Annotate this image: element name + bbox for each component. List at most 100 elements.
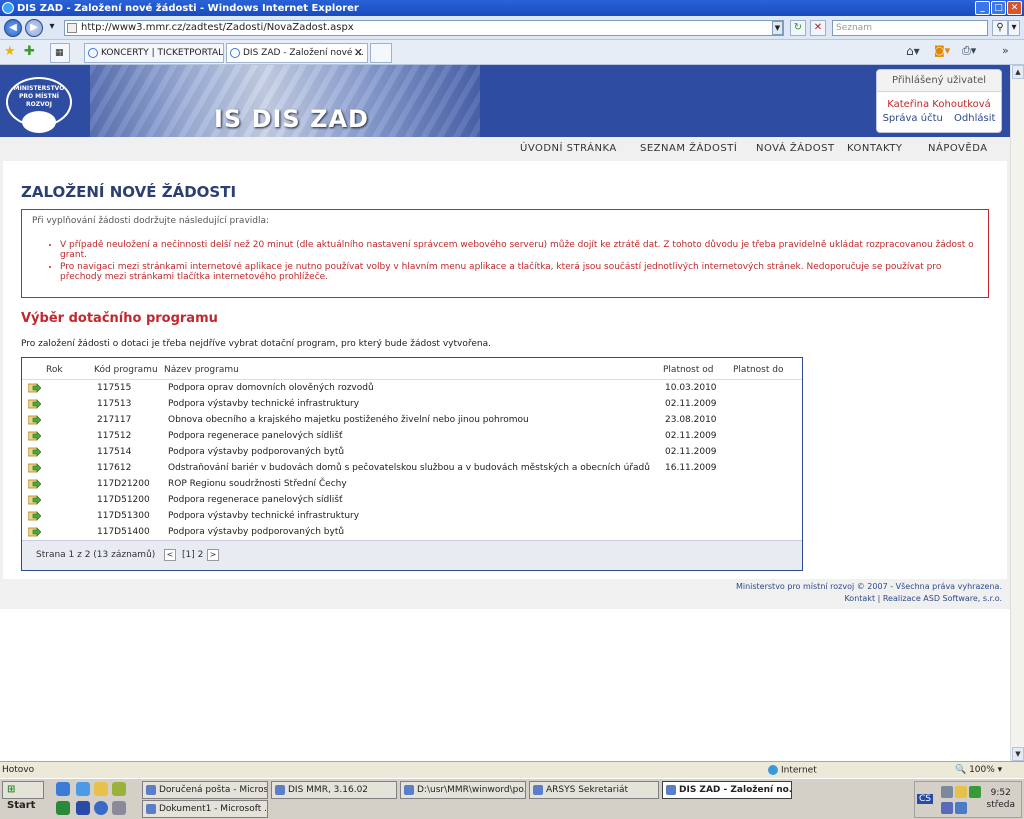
select-program-icon[interactable] xyxy=(28,447,41,457)
menu-item-new-request[interactable]: NOVÁ ŽÁDOST xyxy=(756,143,835,154)
vertical-scrollbar[interactable]: ▲ ▼ xyxy=(1010,65,1024,761)
taskbar-button-outlook[interactable]: Doručená pošta - Micros... xyxy=(142,781,268,799)
program-valid-from: 10.03.2010 xyxy=(665,383,717,393)
close-window-button[interactable]: ✕ xyxy=(1007,1,1022,15)
select-program-icon[interactable] xyxy=(28,463,41,473)
tab-koncerty[interactable]: KONCERTY | TICKETPORTAL... xyxy=(84,43,224,63)
search-input[interactable]: Seznam xyxy=(832,20,988,36)
select-program-icon[interactable] xyxy=(28,415,41,425)
col-header-year[interactable]: Rok xyxy=(46,365,63,375)
stop-icon[interactable]: ✕ xyxy=(810,20,826,36)
col-header-name[interactable]: Název programu xyxy=(164,365,239,375)
taskbar-button-word[interactable]: Dokument1 - Microsoft ... xyxy=(142,800,268,818)
table-row[interactable]: 117D21200 ROP Regionu soudržnosti Střední… xyxy=(22,476,802,492)
table-row[interactable]: 117514 Podpora výstavby podporovaných byt… xyxy=(22,444,802,460)
program-code: 117513 xyxy=(97,399,132,409)
account-settings-link[interactable]: Správa účtu xyxy=(883,113,943,124)
quicklaunch-excel-icon[interactable] xyxy=(56,801,70,815)
close-tab-icon[interactable]: ✕ xyxy=(354,44,363,62)
menu-item-requests-list[interactable]: SEZNAM ŽÁDOSTÍ xyxy=(640,143,737,154)
ie-icon xyxy=(2,2,14,14)
table-row[interactable]: 217117 Obnova obecního a krajského majetk… xyxy=(22,412,802,428)
zoom-level[interactable]: 🔍 100% ▾ xyxy=(955,765,1002,775)
feeds-icon[interactable]: ◙▾ xyxy=(934,44,950,57)
program-valid-from: 02.11.2009 xyxy=(665,431,717,441)
back-button[interactable]: ◀ xyxy=(4,19,22,37)
quicklaunch-misc-icon[interactable] xyxy=(112,801,126,815)
tray-sound-icon[interactable] xyxy=(941,802,953,814)
select-program-icon[interactable] xyxy=(28,527,41,537)
rule-item: Pro navigaci mezi stránkami internetové … xyxy=(60,262,978,282)
pager-next-button[interactable]: > xyxy=(207,549,219,561)
refresh-icon[interactable]: ↻ xyxy=(790,20,806,36)
logout-link[interactable]: Odhlásit xyxy=(954,113,995,124)
ministry-logo[interactable]: MINISTERSTVO PRO MÍSTNÍ ROZVOJ xyxy=(6,77,72,133)
footer-copyright: Ministerstvo pro místní rozvoj © 2007 - … xyxy=(735,582,1002,591)
taskbar-button-dis-zad[interactable]: DIS ZAD - Založení no... xyxy=(662,781,792,799)
status-text: Hotovo xyxy=(2,765,35,775)
taskbar-button-arsys[interactable]: ARSYS Sekretariát xyxy=(529,781,659,799)
quicklaunch-folder-icon[interactable] xyxy=(94,782,108,796)
scroll-up-icon[interactable]: ▲ xyxy=(1012,65,1024,79)
program-name: Podpora oprav domovních olověných rozvod… xyxy=(168,383,374,393)
forward-button[interactable]: ▶ xyxy=(25,19,43,37)
quick-tabs-icon[interactable]: ▦ xyxy=(50,43,70,63)
more-tools-icon[interactable]: » xyxy=(1002,44,1009,57)
select-program-icon[interactable] xyxy=(28,479,41,489)
status-bar: Hotovo Internet 🔍 100% ▾ xyxy=(0,761,1024,778)
tray-network-icon[interactable] xyxy=(941,786,953,798)
pager-prev-button[interactable]: < xyxy=(164,549,176,561)
select-program-icon[interactable] xyxy=(28,511,41,521)
quicklaunch-word-icon[interactable] xyxy=(76,801,90,815)
pager-pages[interactable]: [1] 2 xyxy=(182,550,203,560)
table-row[interactable]: 117513 Podpora výstavby technické infrast… xyxy=(22,396,802,412)
table-row[interactable]: 117515 Podpora oprav domovních olověných … xyxy=(22,380,802,396)
tray-app-icon[interactable] xyxy=(955,786,967,798)
add-favorites-icon[interactable]: ✚ xyxy=(24,44,35,59)
select-program-icon[interactable] xyxy=(28,431,41,441)
menu-item-home[interactable]: ÚVODNÍ STRÁNKA xyxy=(520,143,617,154)
language-indicator[interactable]: CS xyxy=(917,794,933,804)
program-valid-from: 16.11.2009 xyxy=(665,463,717,473)
quicklaunch-media-icon[interactable] xyxy=(94,801,108,815)
table-row[interactable]: 117D51200 Podpora regenerace panelových s… xyxy=(22,492,802,508)
taskbar-button-explorer[interactable]: D:\usr\MMR\winword\po... xyxy=(400,781,526,799)
clock[interactable]: 9:52 středa xyxy=(987,787,1016,811)
col-header-valid-to[interactable]: Platnost do xyxy=(733,365,783,375)
user-name[interactable]: Kateřina Kohoutková xyxy=(877,99,1001,110)
start-button[interactable]: ⊞ Start xyxy=(2,781,44,811)
favorites-star-icon[interactable]: ★ xyxy=(4,44,16,59)
col-header-code[interactable]: Kód programu xyxy=(94,365,158,375)
select-program-icon[interactable] xyxy=(28,399,41,409)
print-icon[interactable]: ⎙▾ xyxy=(962,44,976,58)
grid-header: Rok Kód programu Název programu Platnost… xyxy=(22,358,802,380)
quicklaunch-app-icon[interactable] xyxy=(112,782,126,796)
taskbar-button-dis-mmr[interactable]: DIS MMR, 3.16.02 xyxy=(271,781,397,799)
tray-monitor-icon[interactable] xyxy=(955,802,967,814)
scroll-down-icon[interactable]: ▼ xyxy=(1012,747,1024,761)
search-icon[interactable]: ⚲ xyxy=(992,20,1008,36)
menu-item-contacts[interactable]: KONTAKTY xyxy=(847,143,903,154)
col-header-valid-from[interactable]: Platnost od xyxy=(663,365,713,375)
table-row[interactable]: 117612 Odstraňování bariér v budovách dom… xyxy=(22,460,802,476)
table-row[interactable]: 117D51300 Podpora výstavby technické infr… xyxy=(22,508,802,524)
history-dropdown-icon[interactable]: ▾ xyxy=(46,20,58,36)
table-row[interactable]: 117512 Podpora regenerace panelových sídl… xyxy=(22,428,802,444)
maximize-button[interactable]: □ xyxy=(991,1,1006,15)
program-valid-from: 02.11.2009 xyxy=(665,399,717,409)
footer-links[interactable]: Kontakt | Realizace ASD Software, s.r.o. xyxy=(0,593,1002,605)
quicklaunch-browser-icon[interactable] xyxy=(76,782,90,796)
home-icon[interactable]: ⌂▾ xyxy=(906,44,920,58)
tray-windows-icon[interactable] xyxy=(969,786,981,798)
select-program-icon[interactable] xyxy=(28,495,41,505)
menu-item-help[interactable]: NÁPOVĚDA xyxy=(928,143,988,154)
table-row[interactable]: 117D51400 Podpora výstavby podporovaných … xyxy=(22,524,802,540)
minimize-button[interactable]: _ xyxy=(975,1,990,15)
address-input[interactable]: http://www3.mmr.cz/zadtest/Zadosti/NovaZ… xyxy=(64,20,784,36)
address-dropdown-icon[interactable]: ▼ xyxy=(772,21,783,35)
select-program-icon[interactable] xyxy=(28,383,41,393)
tab-dis-zad[interactable]: DIS ZAD - Založení nové ... ✕ xyxy=(226,43,368,63)
new-tab-button[interactable] xyxy=(370,43,392,63)
search-options-icon[interactable]: ▾ xyxy=(1008,20,1020,36)
quicklaunch-ie-icon[interactable] xyxy=(56,782,70,796)
